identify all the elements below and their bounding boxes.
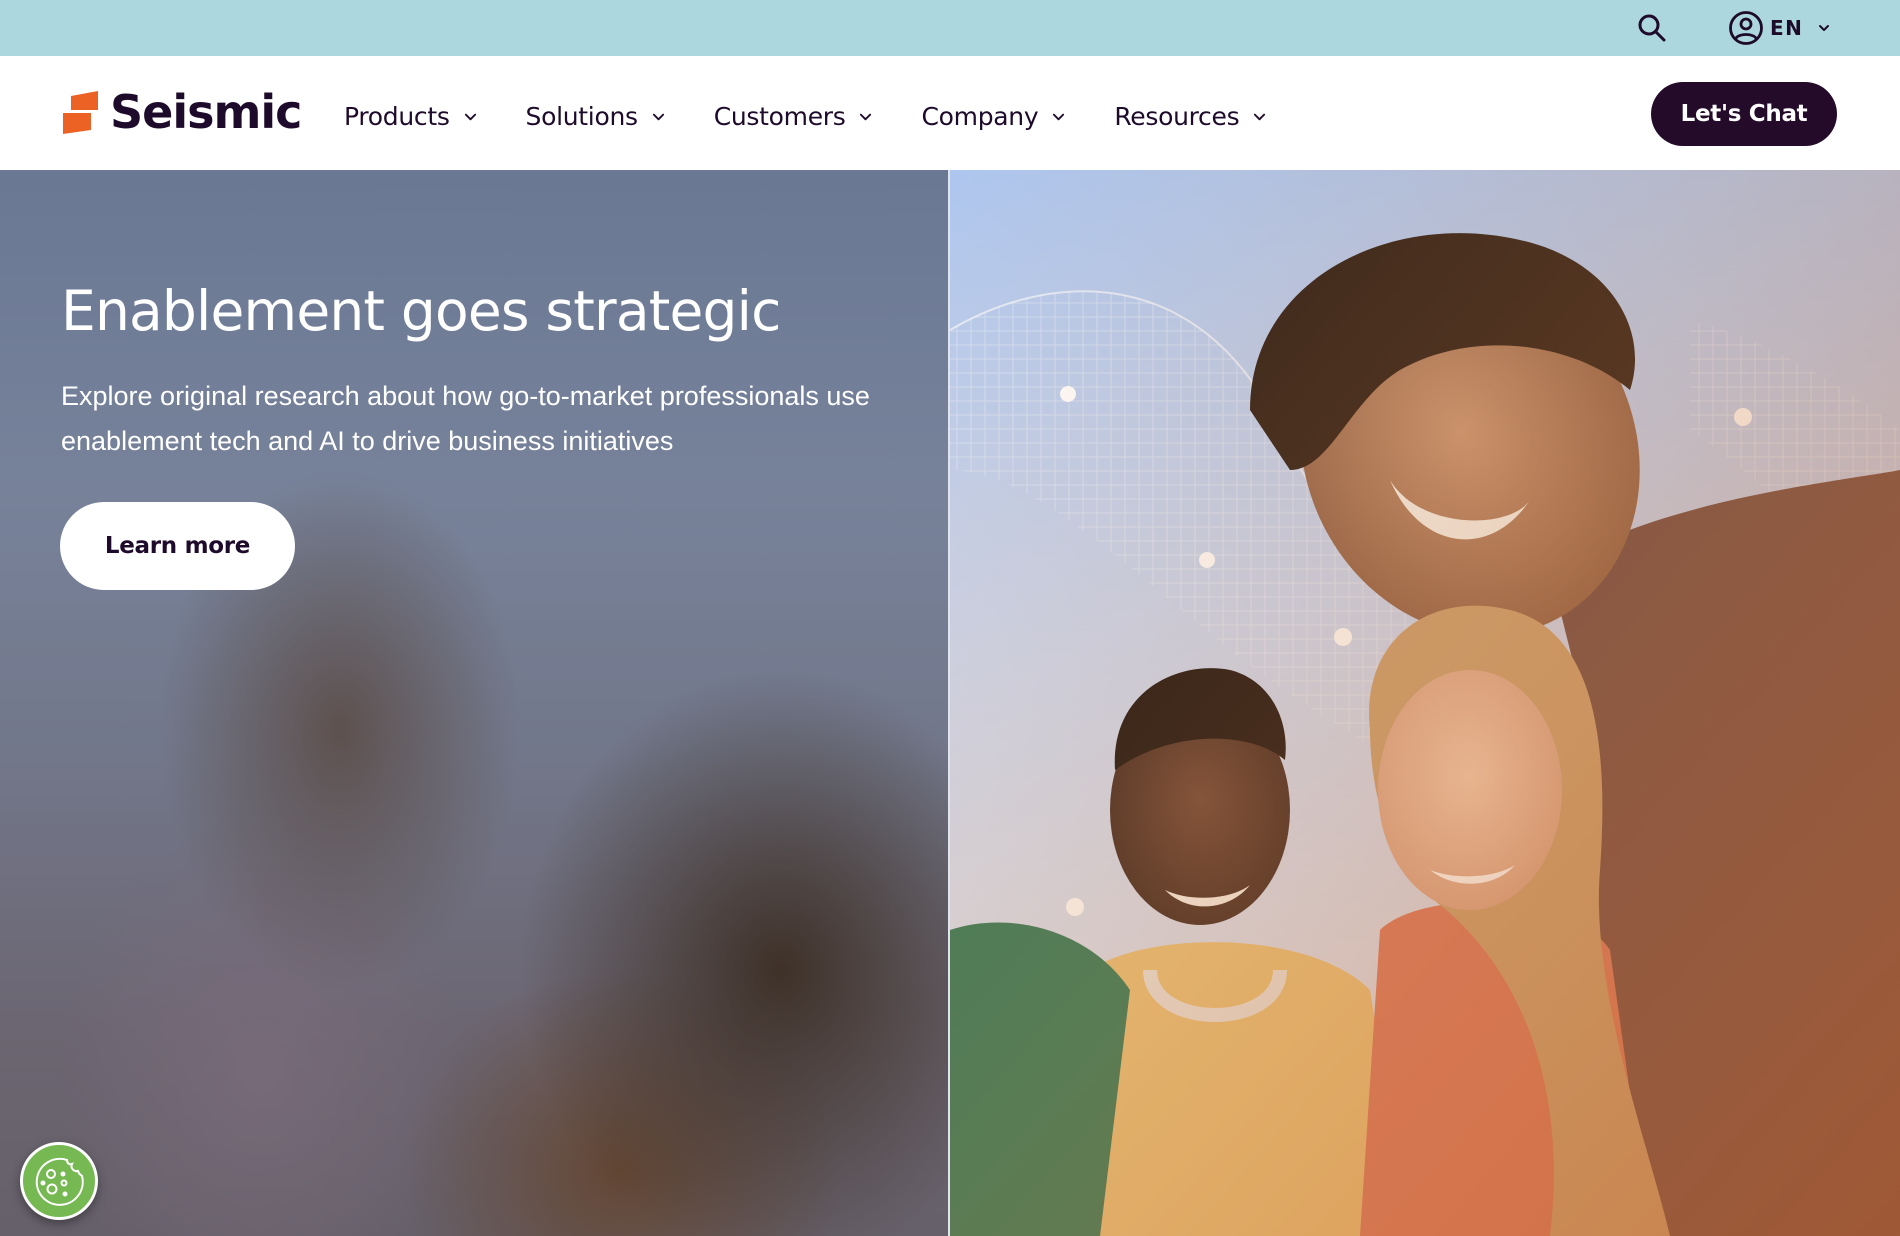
language-label: EN	[1770, 16, 1804, 40]
learn-more-button[interactable]: Learn more	[60, 502, 295, 590]
hero-text-panel: Enablement goes strategic Explore origin…	[0, 170, 948, 1236]
hero-image	[950, 170, 1900, 1236]
cookie-icon	[35, 1157, 84, 1206]
nav-item-label: Resources	[1114, 101, 1240, 131]
hero-headline: Enablement goes strategic	[61, 279, 781, 343]
lets-chat-button[interactable]: Let's Chat	[1651, 82, 1837, 146]
chevron-down-icon	[1053, 113, 1065, 120]
nav-item-customers[interactable]: Customers	[714, 102, 873, 131]
hero-photo-illustration	[950, 170, 1900, 1236]
nav-item-label: Company	[921, 101, 1039, 131]
user-circle-icon	[1729, 11, 1763, 45]
nav-item-label: Products	[344, 101, 450, 131]
nav-item-label: Solutions	[525, 101, 638, 131]
nav-menu: Products Solutions Customers Company Res…	[344, 96, 1266, 136]
hero-subtext: Explore original research about how go-t…	[61, 381, 870, 456]
chevron-down-icon	[464, 113, 476, 120]
brand-wordmark: Seismic	[110, 85, 302, 139]
seismic-logo-mark-icon	[63, 91, 98, 134]
account-language-selector[interactable]: EN	[1728, 10, 1831, 46]
nav-item-resources[interactable]: Resources	[1114, 102, 1266, 131]
seismic-logo[interactable]: Seismic	[62, 85, 302, 139]
cookie-settings-button[interactable]	[20, 1142, 98, 1220]
chevron-down-icon	[1819, 25, 1830, 31]
nav-item-solutions[interactable]: Solutions	[526, 102, 665, 131]
chevron-down-icon	[1254, 113, 1266, 120]
hero-section: Enablement goes strategic Explore origin…	[0, 170, 1900, 1236]
chevron-down-icon	[860, 113, 872, 120]
nav-item-company[interactable]: Company	[921, 102, 1065, 131]
search-button[interactable]	[1636, 12, 1668, 44]
search-icon	[1638, 14, 1666, 42]
nav-item-products[interactable]: Products	[344, 102, 477, 131]
utility-bar: EN	[0, 0, 1900, 56]
chevron-down-icon	[652, 113, 664, 120]
nav-item-label: Customers	[713, 101, 846, 131]
